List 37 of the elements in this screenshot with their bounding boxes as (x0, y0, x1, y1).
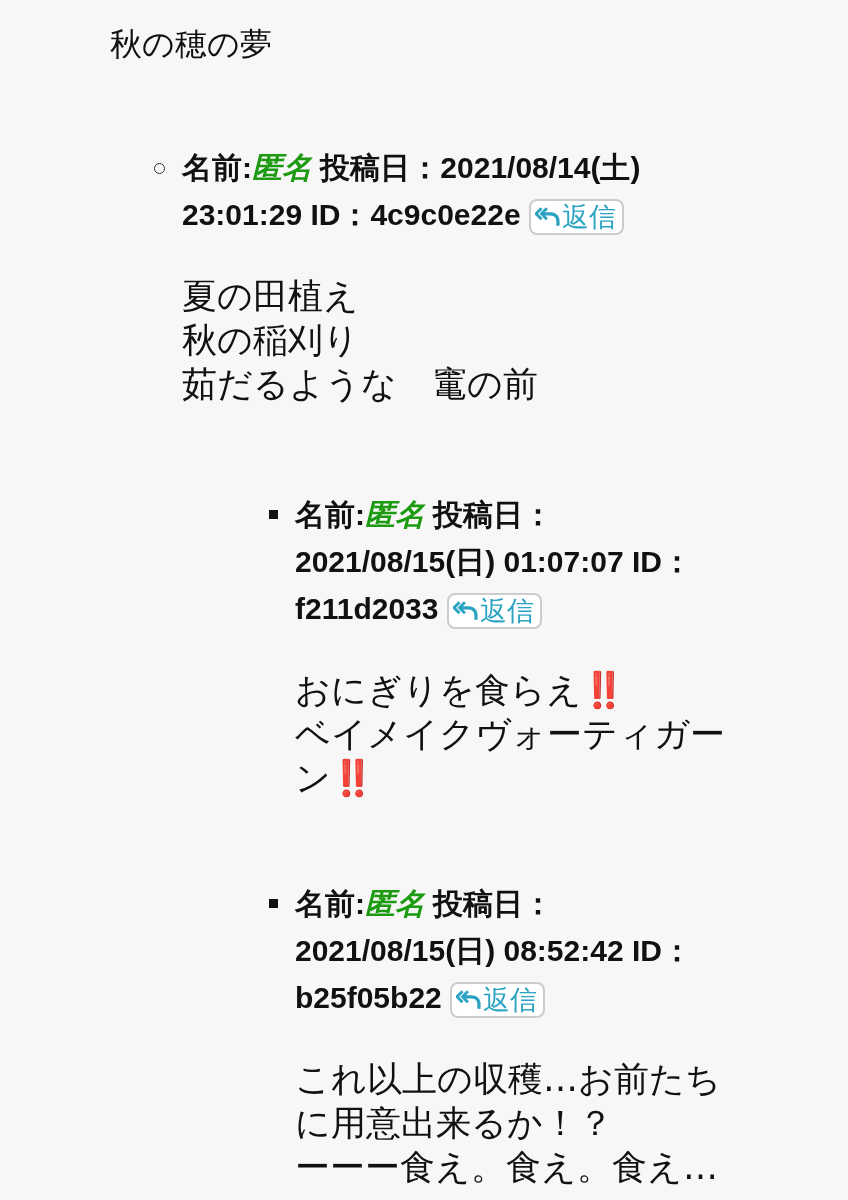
date-label: 投稿日： (320, 151, 441, 184)
post-time: 08:52:42 (503, 934, 624, 967)
date-label: 投稿日： (433, 887, 554, 920)
id-label: ID： (310, 198, 371, 231)
bullet-icon (269, 510, 278, 519)
post-text: 茹だるような 竃の前 (182, 363, 539, 406)
reply-button[interactable]: 返信 (446, 593, 542, 630)
name-label: 名前: (295, 498, 365, 531)
post-date: 2021/08/14(土) (440, 151, 641, 184)
id-label: ID： (631, 934, 692, 967)
post-id: 4c9c0e22e (370, 198, 521, 231)
date-label: 投稿日： (433, 498, 554, 531)
author-name: 匿名 (365, 498, 425, 531)
post-text: 秋の稲刈り (182, 319, 360, 362)
name-label: 名前: (295, 887, 365, 920)
id-label: ID： (631, 545, 692, 578)
name-label: 名前: (182, 151, 252, 184)
post-text: ーーー食え。食え。食え… (295, 1146, 719, 1189)
bullet-icon (269, 899, 278, 908)
post-date: 2021/08/15(日) (295, 545, 496, 578)
reply-button[interactable]: 返信 (528, 199, 624, 236)
reply-icon (534, 206, 561, 229)
post-text: これ以上の収穫…お前たちに用意出来るか！？ (295, 1058, 722, 1145)
reply-icon (456, 989, 483, 1012)
post-id: b25f05b22 (295, 981, 442, 1014)
author-name: 匿名 (365, 887, 425, 920)
reply-icon (452, 600, 479, 623)
post-text: ベイメイクヴォーティガーン‼ (295, 713, 726, 800)
page-title: 秋の穂の夢 (110, 24, 273, 65)
post-text: おにぎりを食らえ‼ (295, 669, 627, 712)
post-date: 2021/08/15(日) (295, 934, 496, 967)
post-time: 01:07:07 (503, 545, 624, 578)
post-id: f211d2033 (295, 592, 439, 625)
author-name: 匿名 (252, 151, 312, 184)
post-text: 夏の田植え (182, 275, 360, 318)
reply-button[interactable]: 返信 (450, 982, 546, 1019)
post-time: 23:01:29 (182, 198, 303, 231)
